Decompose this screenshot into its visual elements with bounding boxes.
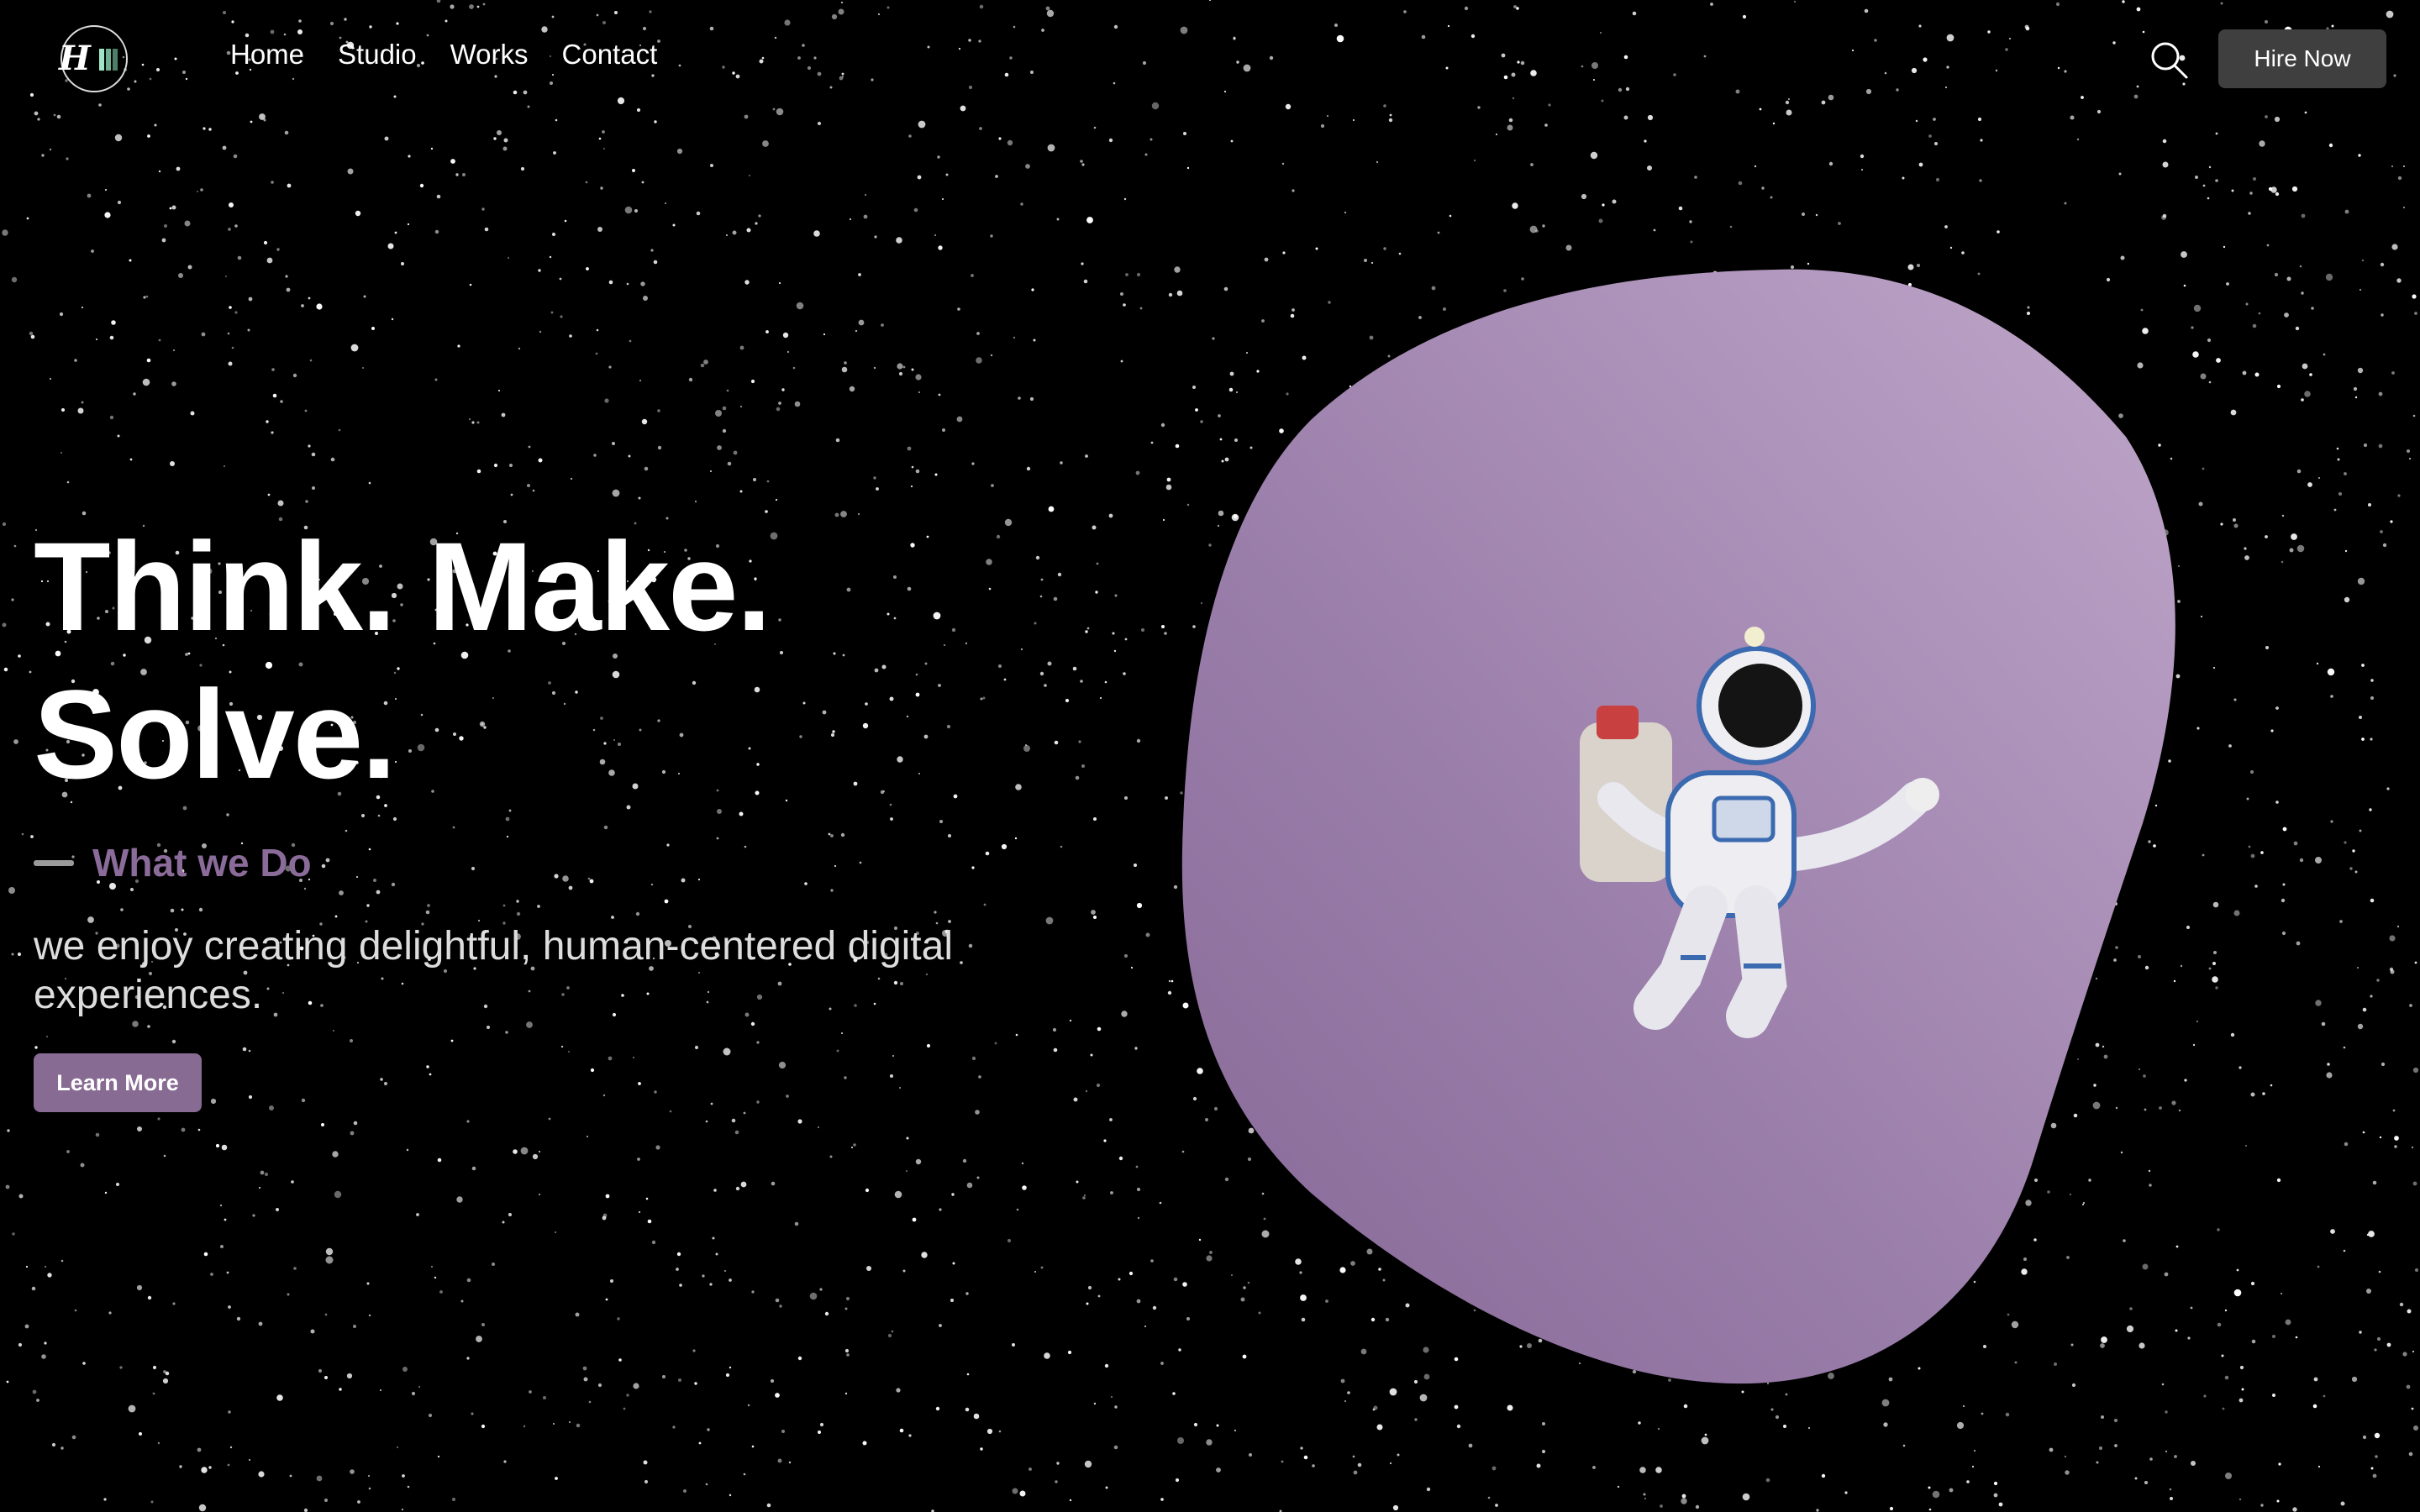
headline-line-2: Solve. bbox=[34, 664, 397, 805]
hero-headline: Think. Make. Solve. bbox=[34, 512, 771, 808]
section-label: What we Do bbox=[34, 840, 312, 885]
headline-line-1: Think. Make. bbox=[34, 516, 771, 657]
dash-divider bbox=[34, 859, 74, 866]
section-label-text: What we Do bbox=[92, 841, 312, 885]
logo-bars-icon bbox=[99, 49, 118, 71]
hire-now-button[interactable]: Hire Now bbox=[2218, 29, 2386, 88]
learn-more-button[interactable]: Learn More bbox=[34, 1053, 202, 1112]
main-nav: Home Studio Works Contact bbox=[230, 39, 657, 71]
hero-description: we enjoy creating delightful, human-cent… bbox=[34, 924, 953, 1017]
nav-studio[interactable]: Studio bbox=[338, 39, 417, 71]
nav-works[interactable]: Works bbox=[450, 39, 529, 71]
search-icon[interactable] bbox=[2149, 40, 2190, 81]
nav-home[interactable]: Home bbox=[230, 39, 304, 71]
logo[interactable]: H bbox=[59, 25, 128, 92]
nav-contact[interactable]: Contact bbox=[562, 39, 658, 71]
logo-letter: H bbox=[59, 39, 91, 78]
